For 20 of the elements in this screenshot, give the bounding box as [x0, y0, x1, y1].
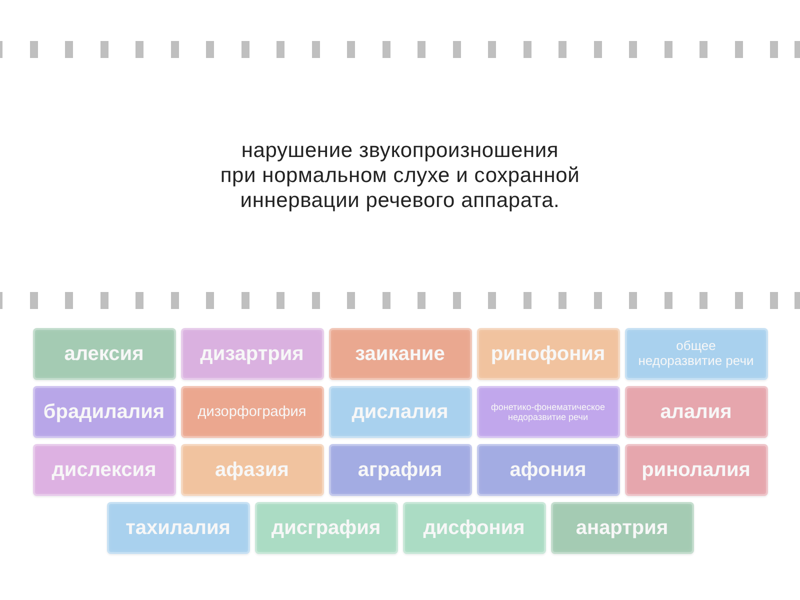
answer-tile[interactable]: аграфия — [328, 444, 472, 496]
answer-tile[interactable]: дислалия — [328, 386, 472, 438]
answer-tile[interactable]: заикание — [328, 328, 472, 380]
answer-tile[interactable]: дисфония — [402, 502, 546, 554]
answer-tile[interactable]: ринолалия — [624, 444, 768, 496]
answer-tile[interactable]: брадилалия — [32, 386, 176, 438]
answer-tile[interactable]: алексия — [32, 328, 176, 380]
answer-tile[interactable]: дислексия — [32, 444, 176, 496]
answer-tile[interactable]: дизорфография — [180, 386, 324, 438]
answer-tile[interactable]: афония — [476, 444, 620, 496]
answer-tile[interactable]: тахилалия — [106, 502, 250, 554]
answer-tile[interactable]: ринофония — [476, 328, 620, 380]
question-text: нарушение звукопроизношения при нормальном слухе и сохранной иннервации речевого аппарата. — [220, 138, 580, 212]
answer-tile[interactable]: дисграфия — [254, 502, 398, 554]
answer-tile[interactable]: анартрия — [550, 502, 694, 554]
answer-tile[interactable]: афазия — [180, 444, 324, 496]
answer-tile[interactable]: алалия — [624, 386, 768, 438]
answer-tile[interactable]: общее недоразвитие речи — [624, 328, 768, 380]
answer-tile[interactable]: фонетико-фонематическое недоразвитие речи — [476, 386, 620, 438]
answer-tile[interactable]: дизартрия — [180, 328, 324, 380]
